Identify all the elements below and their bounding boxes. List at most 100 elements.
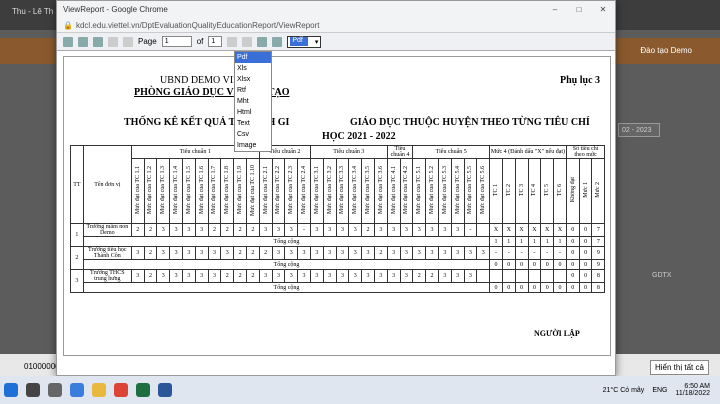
col-header-tt: TT [70, 145, 84, 224]
sub-header: Mức đạt của TC 5.1 [412, 158, 427, 224]
sub-header: Mức đạt của TC 5.2 [425, 158, 439, 224]
clock[interactable]: 6:50 AM 11/18/2022 [675, 383, 710, 397]
score-cell: 3 [348, 246, 363, 260]
signer-label: NGƯỜI LẬP [534, 329, 580, 338]
format-option[interactable]: Image [235, 140, 271, 151]
sub-header: Không đạt [565, 158, 580, 224]
chevron-down-icon[interactable]: ▾ [313, 38, 321, 46]
score-cell: X [501, 223, 516, 237]
close-icon[interactable]: ✕ [591, 5, 615, 14]
first-page-icon[interactable] [108, 36, 118, 47]
score-cell: 3 [386, 269, 401, 283]
unit-name: Trường tiểu học Thành Côn [82, 246, 132, 260]
show-all-button[interactable]: Hiển thị tất cả [650, 360, 709, 375]
format-option[interactable]: Rtf [235, 85, 271, 96]
score-cell: 3 [463, 269, 478, 283]
export-icon[interactable] [272, 36, 283, 47]
score-cell: 3 [399, 246, 414, 260]
score-cell: X [514, 223, 529, 237]
sub-header: TC 4 [527, 158, 542, 224]
windows-start-icon[interactable] [4, 383, 18, 397]
last-page-icon[interactable] [242, 36, 253, 47]
language-indicator[interactable]: ENG [652, 387, 667, 394]
format-option[interactable]: Csv [235, 129, 271, 140]
url-text[interactable]: kdcl.edu.viettel.vn/DptEvaluationQuality… [76, 21, 320, 30]
search-icon[interactable] [93, 36, 103, 47]
score-cell: 3 [309, 269, 324, 283]
score-cell: - [463, 223, 478, 237]
format-option[interactable]: Mht [235, 96, 271, 107]
sub-header: Mức đạt của TC 1.7 [207, 158, 222, 224]
score-cell: 3 [412, 223, 427, 237]
excel-icon[interactable] [136, 383, 150, 397]
format-dropdown[interactable]: Pdf Xls Xlsx Rtf Mht Html Text Csv Image [234, 51, 272, 152]
score-cell: 2 [233, 269, 247, 283]
score-cell: 3 [386, 246, 401, 260]
taskview-icon[interactable] [48, 383, 62, 397]
score-cell: 3 [437, 246, 452, 260]
group-header: Tiêu chuẩn 4 [386, 145, 414, 159]
total-cell: 1 [501, 236, 516, 247]
unit-name: Trường THCS trung hưng [82, 269, 132, 283]
format-option[interactable]: Pdf [235, 52, 271, 63]
row-number: 3 [70, 269, 84, 293]
group-header: Tiêu chuẩn 5 [412, 145, 491, 159]
maximize-icon[interactable]: □ [567, 5, 591, 14]
total-cell: 0 [578, 236, 593, 247]
score-cell: 3 [258, 223, 273, 237]
sub-header: Mức đạt của TC 2.4 [297, 158, 311, 224]
weather-text[interactable]: 21°C Có mây [603, 387, 645, 394]
save-icon[interactable] [257, 36, 268, 47]
copy-icon[interactable] [78, 36, 88, 47]
page-input[interactable]: 1 [161, 36, 192, 47]
total-cell: 1 [527, 236, 542, 247]
background-tab[interactable]: Thu - Lê Th [6, 3, 59, 21]
total-cell: 0 [527, 259, 542, 270]
file-explorer-icon[interactable] [92, 383, 106, 397]
total-cell: 0 [489, 282, 503, 293]
chrome-icon[interactable] [114, 383, 128, 397]
prev-page-icon[interactable] [123, 36, 133, 47]
score-cell: X [527, 223, 542, 237]
score-cell: 3 [156, 223, 171, 237]
score-cell: - [527, 246, 542, 260]
sub-header: Mức đạt của TC 3.4 [348, 158, 363, 224]
score-cell: 3 [463, 246, 478, 260]
format-value: Pdf [290, 37, 309, 46]
sub-header: Mức 2 [591, 158, 606, 224]
export-format-select[interactable]: Pdf ▾ [287, 35, 322, 48]
edge-icon[interactable] [70, 383, 84, 397]
minimize-icon[interactable]: – [543, 5, 567, 14]
score-cell: 3 [194, 223, 209, 237]
total-cell: 0 [540, 259, 555, 270]
report-title-part3: HỌC 2021 - 2022 [322, 131, 396, 142]
format-option[interactable]: Html [235, 107, 271, 118]
format-option[interactable]: Xlsx [235, 74, 271, 85]
score-cell: 3 [207, 269, 222, 283]
sub-header: Mức đạt của TC 4.1 [386, 158, 401, 224]
year-select[interactable]: 02 - 2023 [618, 123, 660, 137]
total-cell: 0 [514, 259, 529, 270]
page-label: Page [138, 37, 157, 46]
search-icon[interactable] [26, 383, 40, 397]
format-option[interactable]: Xls [235, 63, 271, 74]
score-cell: 0 [578, 246, 593, 260]
score-cell: X [489, 223, 503, 237]
score-cell: 3 [284, 246, 299, 260]
score-cell: 3 [130, 246, 145, 260]
score-cell: 3 [207, 246, 222, 260]
word-icon[interactable] [158, 383, 172, 397]
score-cell: 3 [399, 223, 414, 237]
user-link[interactable]: Đào tạo Demo [640, 46, 692, 55]
format-option[interactable]: Text [235, 118, 271, 129]
table-row: 3 Trường THCS trung hưng 3 2 3 3 3 3 3 2 2 2 3 3 3 3 3 3 3… [70, 269, 606, 293]
address-bar[interactable]: 🔒 kdcl.edu.viettel.vn/DptEvaluationQuali… [57, 18, 615, 33]
score-cell: 3 [437, 223, 452, 237]
next-page-icon[interactable] [227, 36, 238, 47]
download-item[interactable]: 01000000 [24, 362, 60, 371]
print-icon[interactable] [63, 36, 73, 47]
score-cell: 2 [233, 223, 247, 237]
row-number: 2 [70, 246, 84, 270]
total-cell: 0 [553, 282, 567, 293]
score-cell: 3 [399, 269, 414, 283]
